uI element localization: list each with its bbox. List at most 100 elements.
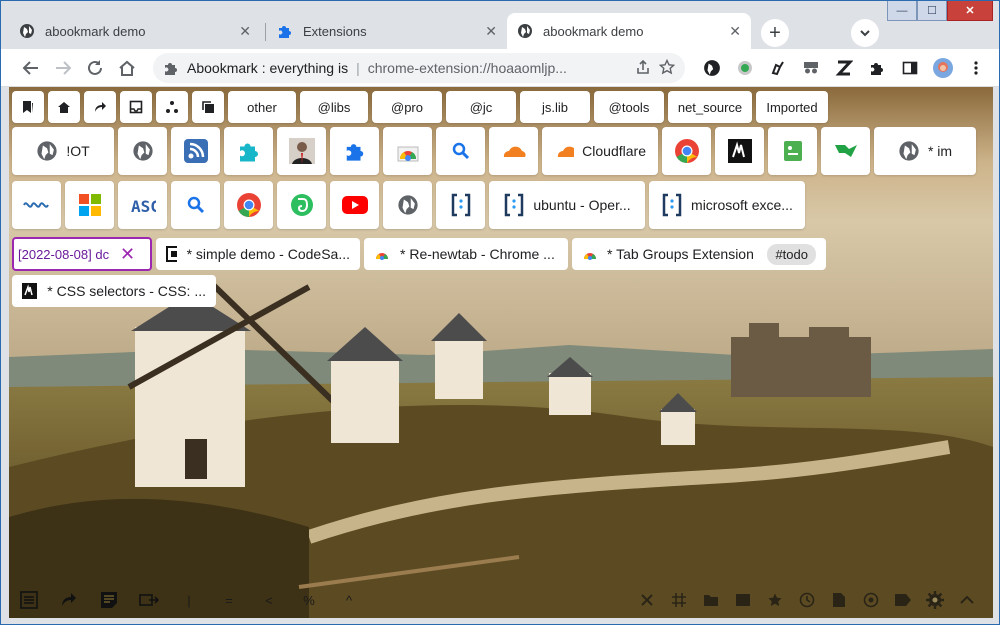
tile-medium[interactable] — [715, 127, 764, 175]
tile-cloudflare[interactable]: Cloudflare — [542, 127, 658, 175]
tile-search-2[interactable] — [171, 181, 220, 229]
tile-iot[interactable]: !OT — [12, 127, 114, 175]
codesandbox-icon — [166, 246, 177, 262]
tile-label: * im — [927, 143, 953, 159]
tile-microsoft[interactable] — [65, 181, 114, 229]
star-icon[interactable] — [658, 58, 676, 78]
z-extension-icon[interactable] — [827, 53, 860, 83]
open-tab-item[interactable]: * Re-newtab - Chrome ... — [364, 238, 568, 270]
pipe-glyph[interactable]: | — [169, 582, 209, 618]
tile-search[interactable] — [436, 127, 485, 175]
bookmark-folder-jc[interactable]: @jc — [446, 91, 516, 123]
redirect-button[interactable] — [84, 91, 116, 123]
chevron-up-icon[interactable] — [951, 582, 983, 618]
tile-cloudflare-icon[interactable] — [489, 127, 538, 175]
green-dot-extension-icon[interactable] — [728, 53, 761, 83]
share-icon[interactable] — [635, 59, 651, 78]
redo-arrow-icon[interactable] — [49, 582, 89, 618]
tile-person[interactable] — [277, 127, 326, 175]
document-icon[interactable] — [823, 582, 855, 618]
globe-icon — [132, 141, 153, 161]
address-bar[interactable]: Abookmark : everything is | chrome-exten… — [153, 53, 685, 83]
maximize-button[interactable]: ☐ — [917, 1, 947, 21]
open-tab-item[interactable]: * CSS selectors - CSS: ... — [12, 275, 216, 307]
bookmark-folder-jslib[interactable]: js.lib — [520, 91, 590, 123]
bookmark-folder-net-source[interactable]: net_source — [668, 91, 752, 123]
tile-ubuntu[interactable]: ubuntu - Oper... — [489, 181, 645, 229]
tile-web-store[interactable] — [383, 127, 432, 175]
percent-glyph[interactable]: % — [289, 582, 329, 618]
tile-rss[interactable] — [171, 127, 220, 175]
back-button[interactable] — [15, 52, 47, 84]
caret-glyph[interactable]: ^ — [329, 582, 369, 618]
open-tab-title: * CSS selectors - CSS: ... — [47, 283, 206, 299]
bookmark-folder-tools[interactable]: @tools — [594, 91, 664, 123]
incognito-extension-icon[interactable] — [794, 53, 827, 83]
home-icon — [58, 102, 70, 113]
new-tab-button[interactable]: + — [761, 19, 789, 47]
tile-im[interactable]: * im — [874, 127, 976, 175]
tile-extensions[interactable] — [330, 127, 379, 175]
tab-close-icon[interactable]: ✕ — [485, 23, 497, 40]
minimize-button[interactable]: — — [887, 1, 917, 21]
image-icon[interactable] — [727, 582, 759, 618]
tile-globe-2[interactable] — [383, 181, 432, 229]
target-icon[interactable] — [855, 582, 887, 618]
open-tab-item[interactable]: * simple demo - CodeSa... — [156, 238, 360, 270]
folder-icon[interactable] — [695, 582, 727, 618]
window-close-button[interactable]: ✕ — [947, 1, 993, 21]
tab-abookmark-1[interactable]: abookmark demo ✕ — [9, 13, 261, 49]
tile-globe[interactable] — [118, 127, 167, 175]
forward-button[interactable] — [47, 52, 79, 84]
tile-evernote[interactable] — [277, 181, 326, 229]
note-icon[interactable] — [89, 582, 129, 618]
clear-icon[interactable]: ✕ — [120, 244, 135, 265]
inbox-button[interactable] — [120, 91, 152, 123]
tab-close-icon[interactable]: ✕ — [239, 23, 251, 40]
tile-chrome-2[interactable] — [224, 181, 273, 229]
tag-badge[interactable]: #todo — [767, 243, 816, 265]
grid-icon[interactable] — [663, 582, 695, 618]
abookmark-extension-icon[interactable] — [695, 53, 728, 83]
bookmarks-button[interactable] — [12, 91, 44, 123]
side-panel-icon[interactable] — [893, 53, 926, 83]
bookmark-folder-pro[interactable]: @pro — [372, 91, 442, 123]
tile-asc[interactable]: ASC — [118, 181, 167, 229]
nodes-button[interactable] — [156, 91, 188, 123]
tile-bracket[interactable] — [436, 181, 485, 229]
tile-teal-puzzle[interactable] — [224, 127, 273, 175]
tile-microsoft-excel[interactable]: microsoft exce... — [649, 181, 805, 229]
puzzle-icon[interactable] — [860, 53, 893, 83]
tab-move-icon[interactable] — [129, 582, 169, 618]
label-icon[interactable] — [887, 582, 919, 618]
tab-search-field[interactable]: [2022-08-08] dc ✕ — [12, 237, 152, 271]
tile-wave[interactable] — [12, 181, 61, 229]
star-icon[interactable] — [759, 582, 791, 618]
home-button[interactable] — [111, 52, 143, 84]
tab-search-button[interactable] — [851, 19, 879, 47]
bookmark-folder-other[interactable]: other — [228, 91, 296, 123]
pen-extension-icon[interactable] — [761, 53, 794, 83]
tile-youtube[interactable] — [330, 181, 379, 229]
tab-extensions[interactable]: Extensions ✕ — [267, 13, 507, 49]
tile-green-app[interactable] — [768, 127, 817, 175]
bookmark-folder-libs[interactable]: @libs — [300, 91, 368, 123]
reload-button[interactable] — [79, 52, 111, 84]
home-bookmark-button[interactable] — [48, 91, 80, 123]
list-icon[interactable] — [9, 582, 49, 618]
open-tab-item[interactable]: * Tab Groups Extension ... #todo — [572, 238, 826, 270]
gear-icon[interactable] — [919, 582, 951, 618]
less-than-glyph[interactable]: < — [249, 582, 289, 618]
close-icon[interactable] — [631, 582, 663, 618]
bookmark-folder-imported[interactable]: Imported — [756, 91, 828, 123]
copy-button[interactable] — [192, 91, 224, 123]
tile-green-arrow[interactable] — [821, 127, 870, 175]
tab-abookmark-active[interactable]: abookmark demo ✕ — [507, 13, 751, 49]
equals-glyph[interactable]: = — [209, 582, 249, 618]
history-icon[interactable] — [791, 582, 823, 618]
tile-chrome[interactable] — [662, 127, 711, 175]
tab-search-value[interactable]: [2022-08-08] dc — [18, 247, 114, 262]
profile-avatar[interactable] — [926, 53, 959, 83]
kebab-menu-icon[interactable] — [959, 53, 992, 83]
tab-close-icon[interactable]: ✕ — [729, 23, 741, 40]
